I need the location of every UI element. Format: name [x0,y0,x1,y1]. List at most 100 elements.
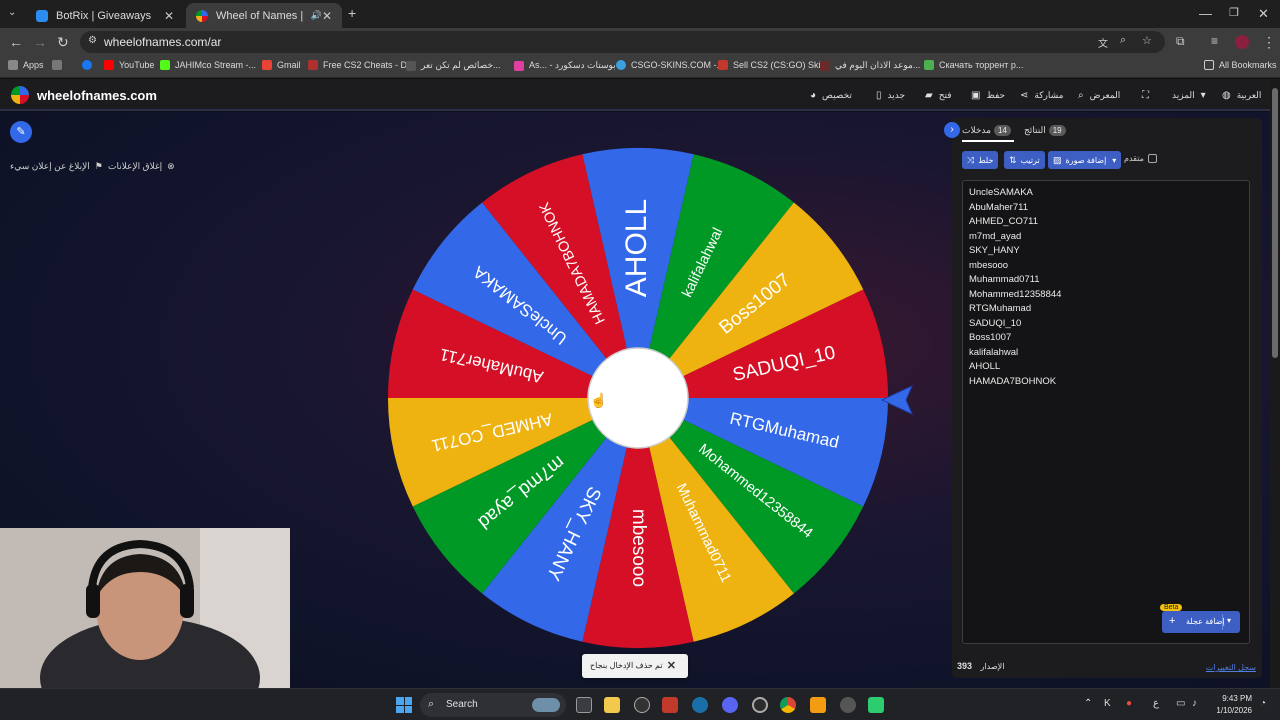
back-icon[interactable]: ← [9,34,23,50]
bookmark-facebook[interactable] [82,60,97,70]
toast-close-icon[interactable]: ✕ [667,659,676,672]
tab-wheel-of-names[interactable]: Wheel of Names | العشوائي 🔊 ✕ [186,3,342,28]
nav-new[interactable]: ▯ جديد [876,90,905,101]
microphone-icon[interactable]: ● [1126,698,1132,709]
entry-line[interactable]: Boss1007 [969,332,1011,343]
wheel-logo-icon[interactable] [11,86,29,104]
entry-line[interactable]: RTGMuhamad [969,303,1031,314]
shuffle-button[interactable]: ⤨ خلط [962,151,999,169]
file-explorer-icon[interactable] [604,697,620,713]
task-view-icon[interactable] [576,697,592,713]
nav-gallery[interactable]: ⌕ المعرض [1078,90,1120,101]
tray-overflow-icon[interactable]: ⌃ [1084,698,1092,709]
tab-entries[interactable]: مدخلات 14 [962,125,1014,142]
forward-icon[interactable]: → [33,34,47,50]
entry-line[interactable]: HAMADA7BOHNOK [969,376,1056,387]
close-tab-icon[interactable]: ✕ [164,9,174,23]
tab-search-icon[interactable]: ⌄ [8,7,16,18]
menu-icon[interactable]: ⋮ [1262,34,1276,51]
close-tab-icon[interactable]: ✕ [322,9,332,23]
entry-line[interactable]: AbuMaher711 [969,202,1028,213]
app-ring-icon[interactable] [752,697,768,713]
bookmark-cs2-cheats[interactable]: Free CS2 Cheats - D... [308,60,415,70]
speaker-icon[interactable]: 🔊 [311,10,322,21]
scrollbar-thumb[interactable] [1272,88,1278,358]
advanced-checkbox[interactable] [1147,154,1157,163]
keyboard-language[interactable]: ع [1153,698,1159,709]
notification-bell-icon[interactable]: ◔ [1260,698,1266,709]
entry-line[interactable]: m7md_ayad [969,231,1021,242]
new-tab-button[interactable]: + [348,5,356,21]
bookmark-youtube[interactable]: YouTube [104,60,154,70]
entry-line[interactable]: SADUQI_10 [969,318,1021,329]
edit-wheel-button[interactable]: ✎ [10,121,32,143]
app-orange-icon[interactable] [810,697,826,713]
nav-share[interactable]: ⋖ مشاركة [1020,90,1063,101]
advanced-toggle[interactable]: متقدم [1124,154,1157,163]
sort-button[interactable]: ⇅ ترتيب [1004,151,1045,169]
bookmark-all[interactable]: All Bookmarks [1204,60,1277,70]
report-ad-link[interactable]: الإبلاغ عن إعلان سيء ⚑ [10,161,103,172]
entry-line[interactable]: AHOLL [969,361,1000,372]
settings-gear-icon[interactable] [840,697,856,713]
profile-avatar[interactable] [1235,35,1249,49]
extensions-icon[interactable]: ⧉ [1176,34,1185,49]
entry-line[interactable]: AHMED_CO711 [969,216,1038,227]
tab-results[interactable]: النتائج 19 [1024,125,1069,136]
zoom-icon[interactable]: ⌕ [1120,34,1126,47]
bookmark-star-icon[interactable]: ☆ [1142,34,1152,47]
changelog-link[interactable]: سجل التغييرات [1206,663,1256,672]
entry-line[interactable]: SKY_HANY [969,245,1020,256]
entry-line[interactable]: Mohammed12358844 [969,289,1061,300]
entry-line[interactable]: mbesooo [969,260,1008,271]
entry-line[interactable]: UncleSAMAKA [969,187,1033,198]
nav-save[interactable]: ▣ حفظ [971,90,1005,101]
steam-icon[interactable] [692,697,708,713]
taskbar-search[interactable]: ⌕ Search [420,693,566,717]
collapse-panel-button[interactable]: › [944,122,960,138]
minimize-icon[interactable]: — [1199,6,1212,21]
wheel[interactable]: AHOLL kalifalahwalBoss1007SADUQI_10RTGMuh… [378,138,898,658]
nav-customize[interactable]: تخصيص ◕ [810,90,852,101]
bookmark-csgo-skins[interactable]: CSGO-SKINS.COM -... [616,60,724,70]
network-icon[interactable]: ▭ [1176,698,1185,709]
close-ads-link[interactable]: إغلاق الإعلانات ⊗ [108,161,175,172]
page-scrollbar[interactable] [1270,80,1280,688]
bookmark-jahimco[interactable]: JAHIMco Stream -... [160,60,256,70]
nav-open[interactable]: ▰ فتح [925,90,952,101]
fullscreen-button[interactable]: ⛶ [1142,90,1149,101]
add-wheel-button[interactable]: + إضافة عجلة ▾ [1162,611,1240,633]
discord-icon[interactable] [722,697,738,713]
close-window-icon[interactable]: ✕ [1258,6,1269,22]
media-icon[interactable]: ≡ [1211,34,1218,48]
volume-icon[interactable]: ♪ [1192,698,1197,709]
url-text[interactable]: wheelofnames.com/ar [104,35,221,49]
wheel-app-icon[interactable] [868,697,884,713]
app-g-icon[interactable] [634,697,650,713]
nav-language[interactable]: ◍ العربية [1222,90,1261,101]
entries-textarea[interactable]: UncleSAMAKA AbuMaher711 AHMED_CO711 m7md_ay… [962,180,1250,644]
bookmark-apps[interactable]: Apps [8,60,44,70]
site-info-icon[interactable]: ⚙ [88,35,97,46]
add-image-button[interactable]: ▨ إضافة صورة ▾ [1048,151,1122,169]
entry-line[interactable]: kalifalahwal [969,347,1018,358]
bookmark-discord-posts[interactable]: As... - بوستات دسكورد [514,60,616,71]
bookmark-grid[interactable] [52,60,67,70]
taskbar-clock[interactable]: 9:43 PM 1/10/2026 [1206,693,1252,717]
nav-more[interactable]: المزيد ▾ [1172,90,1206,101]
restore-icon[interactable]: ❐ [1229,6,1239,19]
reload-icon[interactable]: ↻ [57,34,69,51]
bookmark-gmail[interactable]: Gmail [262,60,301,70]
entry-line[interactable]: Muhammad0711 [969,274,1040,285]
bookmark-torrent[interactable]: Скачать торрент р... [924,60,1023,70]
windows-start-icon[interactable] [396,697,412,713]
site-logo-text[interactable]: wheelofnames.com [37,88,157,103]
bookmark-arabic-1[interactable]: خصائص لم تكن تعر... [406,60,501,71]
chevron-down-icon[interactable]: ▾ [1227,616,1231,625]
bookmark-prayer-times[interactable]: موعد الاذان اليوم في... [820,60,920,71]
bookmark-sell-cs2[interactable]: Sell CS2 (CS:GO) Ski... [718,60,828,70]
chrome-icon[interactable] [780,697,796,713]
app-k-icon[interactable]: K [1104,698,1111,709]
translate-icon[interactable]: 文 [1098,35,1108,50]
tab-botrix[interactable]: BotRix | Giveaways ✕ [26,3,184,28]
